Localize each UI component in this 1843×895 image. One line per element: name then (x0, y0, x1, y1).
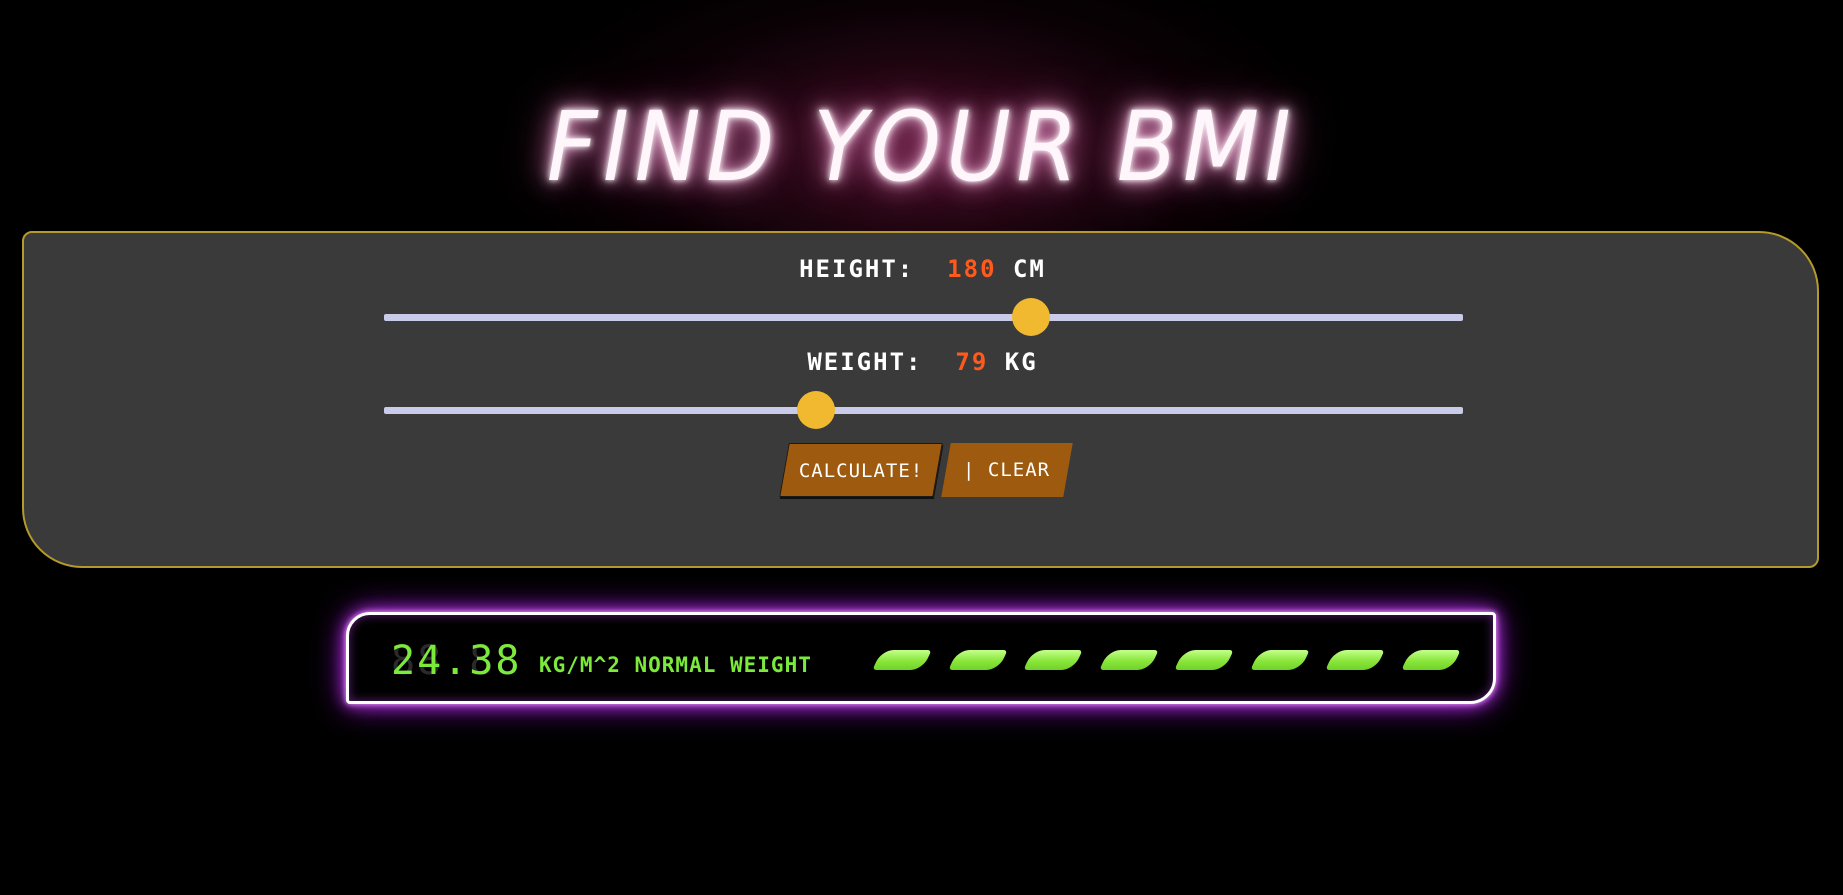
page-title: FIND YOUR BMI (546, 91, 1297, 203)
calculate-button[interactable]: CALCULATE! (779, 443, 943, 497)
calculate-button-label: CALCULATE! (798, 460, 924, 482)
weight-value: 79 (955, 348, 989, 376)
height-slider[interactable] (384, 298, 1463, 336)
weight-label: WEIGHT: 79 KG (24, 348, 1821, 376)
bmi-indicator-segment (1249, 650, 1310, 670)
bmi-value: 24.38 (391, 638, 522, 684)
input-panel: HEIGHT: 180 CM WEIGHT: 79 KG CALCULATE! … (22, 231, 1819, 568)
height-slider-thumb[interactable] (1012, 298, 1051, 336)
bmi-unit-status: KG/M^2 NORMAL WEIGHT (539, 653, 812, 677)
weight-slider-thumb[interactable] (796, 391, 835, 429)
clear-button-label: | CLEAR (963, 459, 1051, 481)
bmi-indicator-segment (947, 650, 1008, 670)
bmi-indicator-segment (1400, 650, 1461, 670)
result-display: 88.88 24.38 KG/M^2 NORMAL WEIGHT (346, 612, 1496, 704)
weight-unit: KG (1004, 348, 1038, 376)
bmi-indicator-segment (872, 650, 932, 670)
bmi-indicator-segment (1098, 650, 1159, 670)
bmi-indicator-segment (1325, 650, 1385, 670)
height-label-text: HEIGHT: (799, 255, 915, 283)
height-unit: CM (1012, 255, 1046, 283)
clear-button[interactable]: | CLEAR (941, 443, 1073, 497)
bmi-indicator-segment (1023, 650, 1083, 670)
height-value: 180 (947, 255, 997, 283)
bmi-indicator-segment (1174, 650, 1234, 670)
weight-slider[interactable] (384, 391, 1463, 429)
bmi-page: FIND YOUR BMI HEIGHT: 180 CM WEIGHT: 79 … (0, 0, 1843, 895)
height-label: HEIGHT: 180 CM (24, 255, 1821, 283)
weight-label-text: WEIGHT: (807, 348, 923, 376)
bmi-value-display: 88.88 24.38 (391, 639, 521, 683)
